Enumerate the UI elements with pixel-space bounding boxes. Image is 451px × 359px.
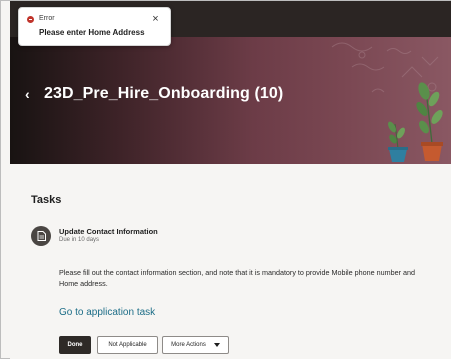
error-toast: Error Please enter Home Address ×: [18, 7, 171, 46]
not-applicable-button-label: Not Applicable: [108, 342, 147, 348]
page-title: 23D_Pre_Hire_Onboarding (10): [44, 85, 284, 102]
toast-label: Error: [39, 15, 55, 22]
go-to-application-task-link[interactable]: Go to application task: [59, 307, 155, 318]
not-applicable-button[interactable]: Not Applicable: [97, 336, 158, 354]
content-area: Tasks Update Contact Information Due in …: [10, 164, 451, 359]
app-frame: ‹ 23D_Pre_Hire_Onboarding (10) Tasks Upd…: [0, 0, 451, 359]
done-button[interactable]: Done: [59, 336, 91, 354]
task-description: Please fill out the contact information …: [59, 268, 415, 288]
task-title[interactable]: Update Contact Information: [59, 227, 158, 236]
done-button-label: Done: [67, 342, 83, 348]
task-document-icon: [31, 226, 51, 246]
tasks-heading: Tasks: [31, 194, 62, 206]
close-icon[interactable]: ×: [150, 14, 161, 25]
toast-message: Please enter Home Address: [39, 28, 145, 37]
chevron-down-icon: [213, 343, 220, 347]
error-icon: [27, 16, 34, 23]
task-due-date: Due in 10 days: [59, 237, 100, 243]
back-button[interactable]: ‹: [25, 85, 39, 103]
potted-plants-illustration: [388, 82, 443, 162]
more-actions-button-label: More Actions: [171, 342, 206, 348]
page-banner: ‹ 23D_Pre_Hire_Onboarding (10): [10, 37, 451, 164]
more-actions-button[interactable]: More Actions: [162, 336, 229, 354]
